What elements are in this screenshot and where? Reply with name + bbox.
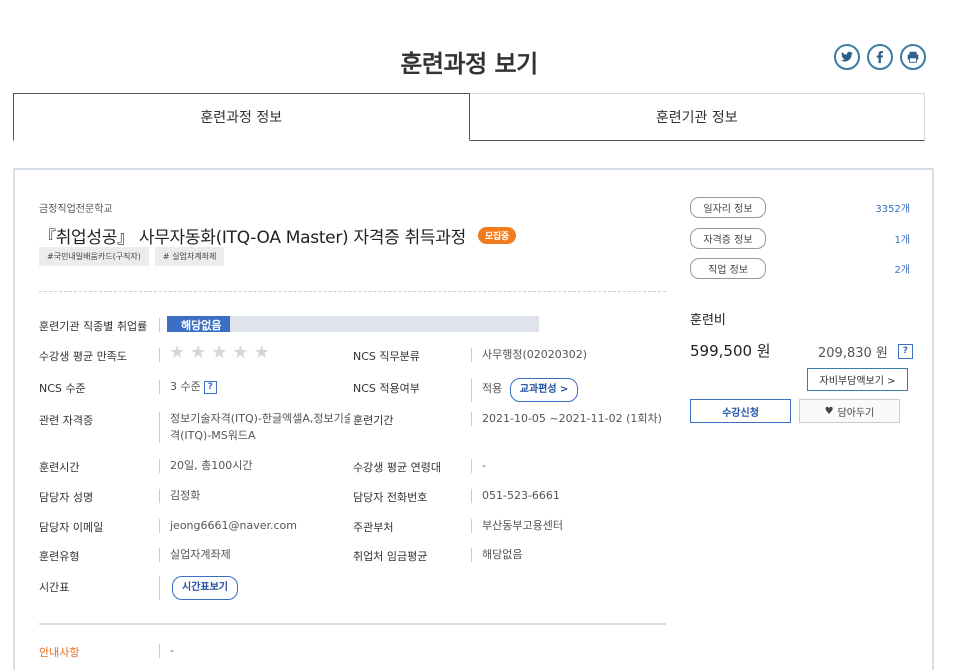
avg-age-label: 수강생 평균 연령대 xyxy=(353,461,441,474)
curriculum-button[interactable]: 교과편성 > xyxy=(509,378,579,402)
training-type-label: 훈련유형 xyxy=(39,550,80,563)
employment-rate-label: 훈련기관 직종별 취업률 xyxy=(39,320,148,333)
cert-value-line: 정보기술자격(ITQ)-한글엑셀A,정보기술자 xyxy=(170,412,350,425)
tag: #국민내일배움카드(구직자) xyxy=(39,247,149,266)
jobs-count[interactable]: 3352개 xyxy=(875,200,910,215)
manager-value: 김정화 xyxy=(159,489,200,503)
ncs-apply-value: 적용 xyxy=(482,382,503,395)
course-tags: #국민내일배움카드(구직자) # 실업자계좌제 xyxy=(39,247,225,266)
schedule-cell: 시간표보기 xyxy=(159,576,238,600)
course-title-text: 『취업성공』 사무자동화(ITQ-OA Master) 자격증 취득과정 xyxy=(39,228,466,248)
schedule-label: 시간표 xyxy=(39,581,70,594)
hours-label: 훈련시간 xyxy=(39,461,80,474)
cert-value: 정보기술자격(ITQ)-한글엑셀A,정보기술자 격(ITQ)-MS워드A xyxy=(159,412,350,443)
star-icon: ★ xyxy=(190,342,207,363)
employment-rate-value: 해당없음 xyxy=(181,319,222,332)
fee-self: 209,830 원 xyxy=(818,346,888,361)
star-icon: ★ xyxy=(211,342,228,363)
training-type-value: 실업자계좌제 xyxy=(159,548,231,562)
period-label: 훈련기간 xyxy=(353,414,394,427)
agency-label: 주관부처 xyxy=(353,521,394,534)
occupation-info-button[interactable]: 직업 정보 xyxy=(690,258,766,279)
employment-rate-bar: 해당없음 xyxy=(167,316,539,332)
divider xyxy=(39,623,666,625)
phone-label: 담당자 전화번호 xyxy=(353,491,428,504)
avg-age-value: - xyxy=(471,459,486,473)
wage-value: 해당없음 xyxy=(471,548,522,562)
ncs-apply-label: NCS 적용여부 xyxy=(353,382,420,395)
print-button[interactable] xyxy=(900,44,926,70)
star-icon: ★ xyxy=(169,342,186,363)
twitter-share-button[interactable] xyxy=(834,44,860,70)
facebook-icon xyxy=(876,51,884,64)
hours-value: 20일, 총100시간 xyxy=(159,459,252,473)
manager-label: 담당자 성명 xyxy=(39,491,94,504)
heart-icon: ♥ xyxy=(824,405,834,417)
print-icon xyxy=(907,51,919,63)
status-badge: 모집중 xyxy=(477,227,516,244)
school-name: 금정직업전문학교 xyxy=(39,204,113,215)
share-buttons xyxy=(834,44,926,70)
ncs-level-value: 3 수준 xyxy=(170,380,201,393)
schedule-button[interactable]: 시간표보기 xyxy=(172,576,238,600)
divider xyxy=(39,291,666,292)
help-icon[interactable]: ? xyxy=(897,344,913,359)
agency-value: 부산동부고용센터 xyxy=(471,519,563,533)
period-value: 2021-10-05 ~2021-11-02 (1회차) xyxy=(471,412,662,426)
side-occupation-row: 직업 정보 2개 xyxy=(690,258,910,279)
self-pay-button[interactable]: 자비부담액보기 > xyxy=(807,368,908,391)
occupation-count[interactable]: 2개 xyxy=(894,261,910,276)
fee-label: 훈련비 xyxy=(690,313,726,328)
wage-label: 취업처 임금평균 xyxy=(353,550,428,563)
ncs-level-cell: 3 수준? xyxy=(159,380,217,394)
apply-button[interactable]: 수강신청 xyxy=(690,399,791,423)
facebook-share-button[interactable] xyxy=(867,44,893,70)
save-button-label: 담아두기 xyxy=(837,407,875,419)
satisfaction-stars: ★ ★ ★ ★ ★ xyxy=(169,344,270,362)
certs-count[interactable]: 1개 xyxy=(894,231,910,246)
phone-value: 051-523-6661 xyxy=(471,489,560,503)
cert-value-line: 격(ITQ)-MS워드A xyxy=(170,429,256,442)
side-certs-row: 자격증 정보 1개 xyxy=(690,228,910,249)
tab-institution-info[interactable]: 훈련기관 정보 xyxy=(469,93,925,141)
ncs-apply-cell: 적용 교과편성 > xyxy=(471,378,579,402)
tag: # 실업자계좌제 xyxy=(154,247,225,266)
save-button[interactable]: ♥ 담아두기 xyxy=(799,399,900,423)
fee-self-cell: 209,830 원 ? xyxy=(818,342,913,361)
fee-total: 599,500 원 xyxy=(690,342,771,360)
ncs-level-label: NCS 수준 xyxy=(39,382,86,395)
course-title: 『취업성공』 사무자동화(ITQ-OA Master) 자격증 취득과정 모집중 xyxy=(39,223,516,248)
notice-value: - xyxy=(159,644,174,658)
ncs-category-label: NCS 직무분류 xyxy=(353,350,420,363)
jobs-info-button[interactable]: 일자리 정보 xyxy=(690,197,766,218)
twitter-icon xyxy=(840,51,854,62)
tab-course-info[interactable]: 훈련과정 정보 xyxy=(13,93,470,141)
cert-info-button[interactable]: 자격증 정보 xyxy=(690,228,766,249)
help-icon[interactable]: ? xyxy=(203,380,217,394)
star-icon: ★ xyxy=(232,342,249,363)
ncs-category-value: 사무행정(02020302) xyxy=(471,348,587,362)
page-title: 훈련과정 보기 xyxy=(400,50,538,78)
star-icon: ★ xyxy=(253,342,270,363)
email-value[interactable]: jeong6661@naver.com xyxy=(159,519,297,533)
notice-label: 안내사항 xyxy=(39,646,80,659)
satisfaction-label: 수강생 평균 만족도 xyxy=(39,350,127,363)
tab-bar: 훈련과정 정보 훈련기관 정보 xyxy=(13,93,925,141)
side-jobs-row: 일자리 정보 3352개 xyxy=(690,197,910,218)
cert-label: 관련 자격증 xyxy=(39,414,94,427)
email-label: 담당자 이메일 xyxy=(39,521,104,534)
